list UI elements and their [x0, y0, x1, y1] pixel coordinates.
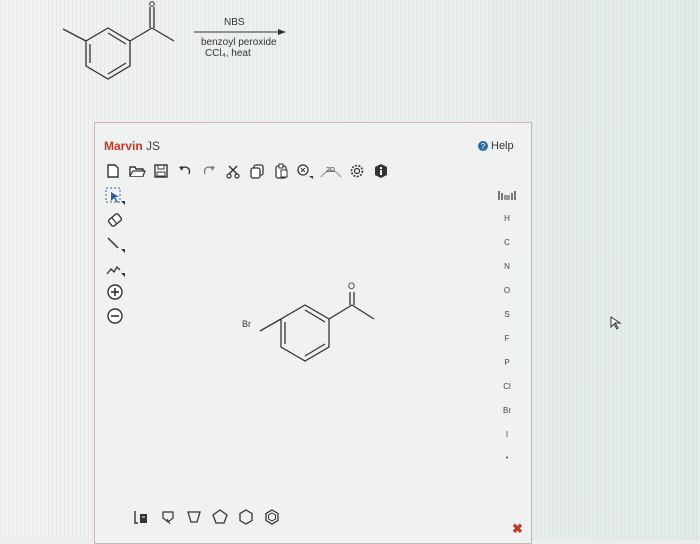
marvin-title: Marvin JS: [104, 139, 161, 153]
bond-tool-icon[interactable]: [100, 232, 130, 256]
select-tool-icon[interactable]: [100, 184, 130, 208]
copy-icon[interactable]: [246, 160, 268, 182]
element-s-button[interactable]: S: [492, 302, 522, 326]
positive-charge-icon[interactable]: [100, 280, 130, 304]
info-icon[interactable]: [370, 160, 392, 182]
cut-icon[interactable]: [222, 160, 244, 182]
drawing-canvas[interactable]: Br O: [134, 184, 490, 504]
redo-icon[interactable]: [198, 160, 220, 182]
element-p-button[interactable]: P: [492, 350, 522, 374]
paste-icon[interactable]: [270, 160, 292, 182]
bottom-toolbar: [132, 507, 282, 527]
reagent-benzoyl-peroxide: benzoyl peroxide: [201, 37, 277, 48]
clean-2d-icon[interactable]: 2D: [318, 160, 344, 182]
open-folder-icon[interactable]: [126, 160, 148, 182]
atom-br-label[interactable]: Br: [242, 319, 251, 329]
element-c-button[interactable]: C: [492, 230, 522, 254]
help-icon: ?: [478, 141, 488, 151]
reaction-scheme: NBS benzoyl peroxide CCl₄, heat: [0, 0, 700, 120]
svg-text:2D: 2D: [326, 167, 335, 174]
element-o-button[interactable]: O: [492, 278, 522, 302]
benzene-template-icon[interactable]: [158, 507, 178, 527]
reagent-solvent-conditions: CCl₄, heat: [205, 48, 251, 59]
save-icon[interactable]: [150, 160, 172, 182]
element-br-button[interactable]: Br: [492, 398, 522, 422]
negative-charge-icon[interactable]: [100, 304, 130, 328]
element-i-button[interactable]: I: [492, 422, 522, 446]
element-n-button[interactable]: N: [492, 254, 522, 278]
periodic-table-icon[interactable]: [492, 184, 522, 206]
cyclopentane-template-icon[interactable]: [184, 507, 204, 527]
new-document-icon[interactable]: [102, 160, 124, 182]
product-structure: [259, 292, 375, 362]
element-f-button[interactable]: F: [492, 326, 522, 350]
erase-tool-icon[interactable]: [100, 208, 130, 232]
radical-button[interactable]: •: [492, 446, 522, 470]
zoom-icon[interactable]: [294, 160, 316, 182]
chain-tool-icon[interactable]: [100, 256, 130, 280]
element-h-button[interactable]: H: [492, 206, 522, 230]
settings-icon[interactable]: [346, 160, 368, 182]
mouse-cursor-icon: [610, 316, 622, 330]
cyclohexene-template-icon[interactable]: [262, 507, 282, 527]
close-editor-button[interactable]: ✖: [512, 521, 523, 537]
left-toolbar: [100, 184, 132, 328]
hexagon-template-icon[interactable]: [236, 507, 256, 527]
atom-o-label[interactable]: O: [348, 281, 355, 291]
top-toolbar: 2D: [102, 158, 394, 184]
right-toolbar: H C N O S F P Cl Br I •: [492, 184, 522, 470]
help-link[interactable]: ? Help: [478, 140, 514, 152]
cyclohexane-template-icon[interactable]: [210, 507, 230, 527]
element-cl-button[interactable]: Cl: [492, 374, 522, 398]
template-selector-icon[interactable]: [132, 507, 152, 527]
undo-icon[interactable]: [174, 160, 196, 182]
